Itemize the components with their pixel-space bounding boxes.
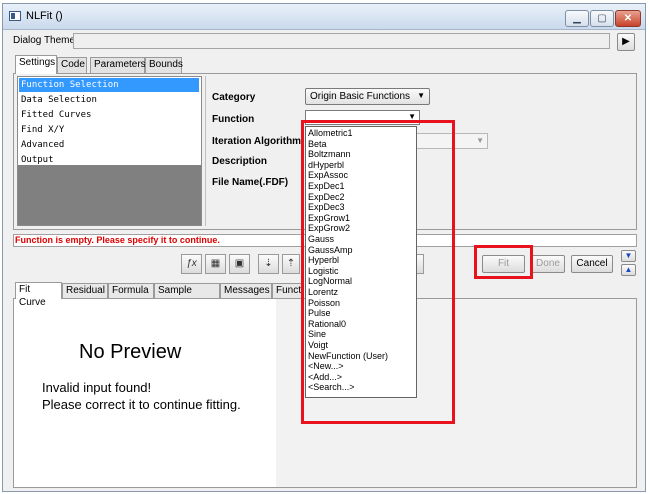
highlight-dropdown-box: [301, 120, 455, 424]
highlight-fit-box: [474, 245, 533, 279]
